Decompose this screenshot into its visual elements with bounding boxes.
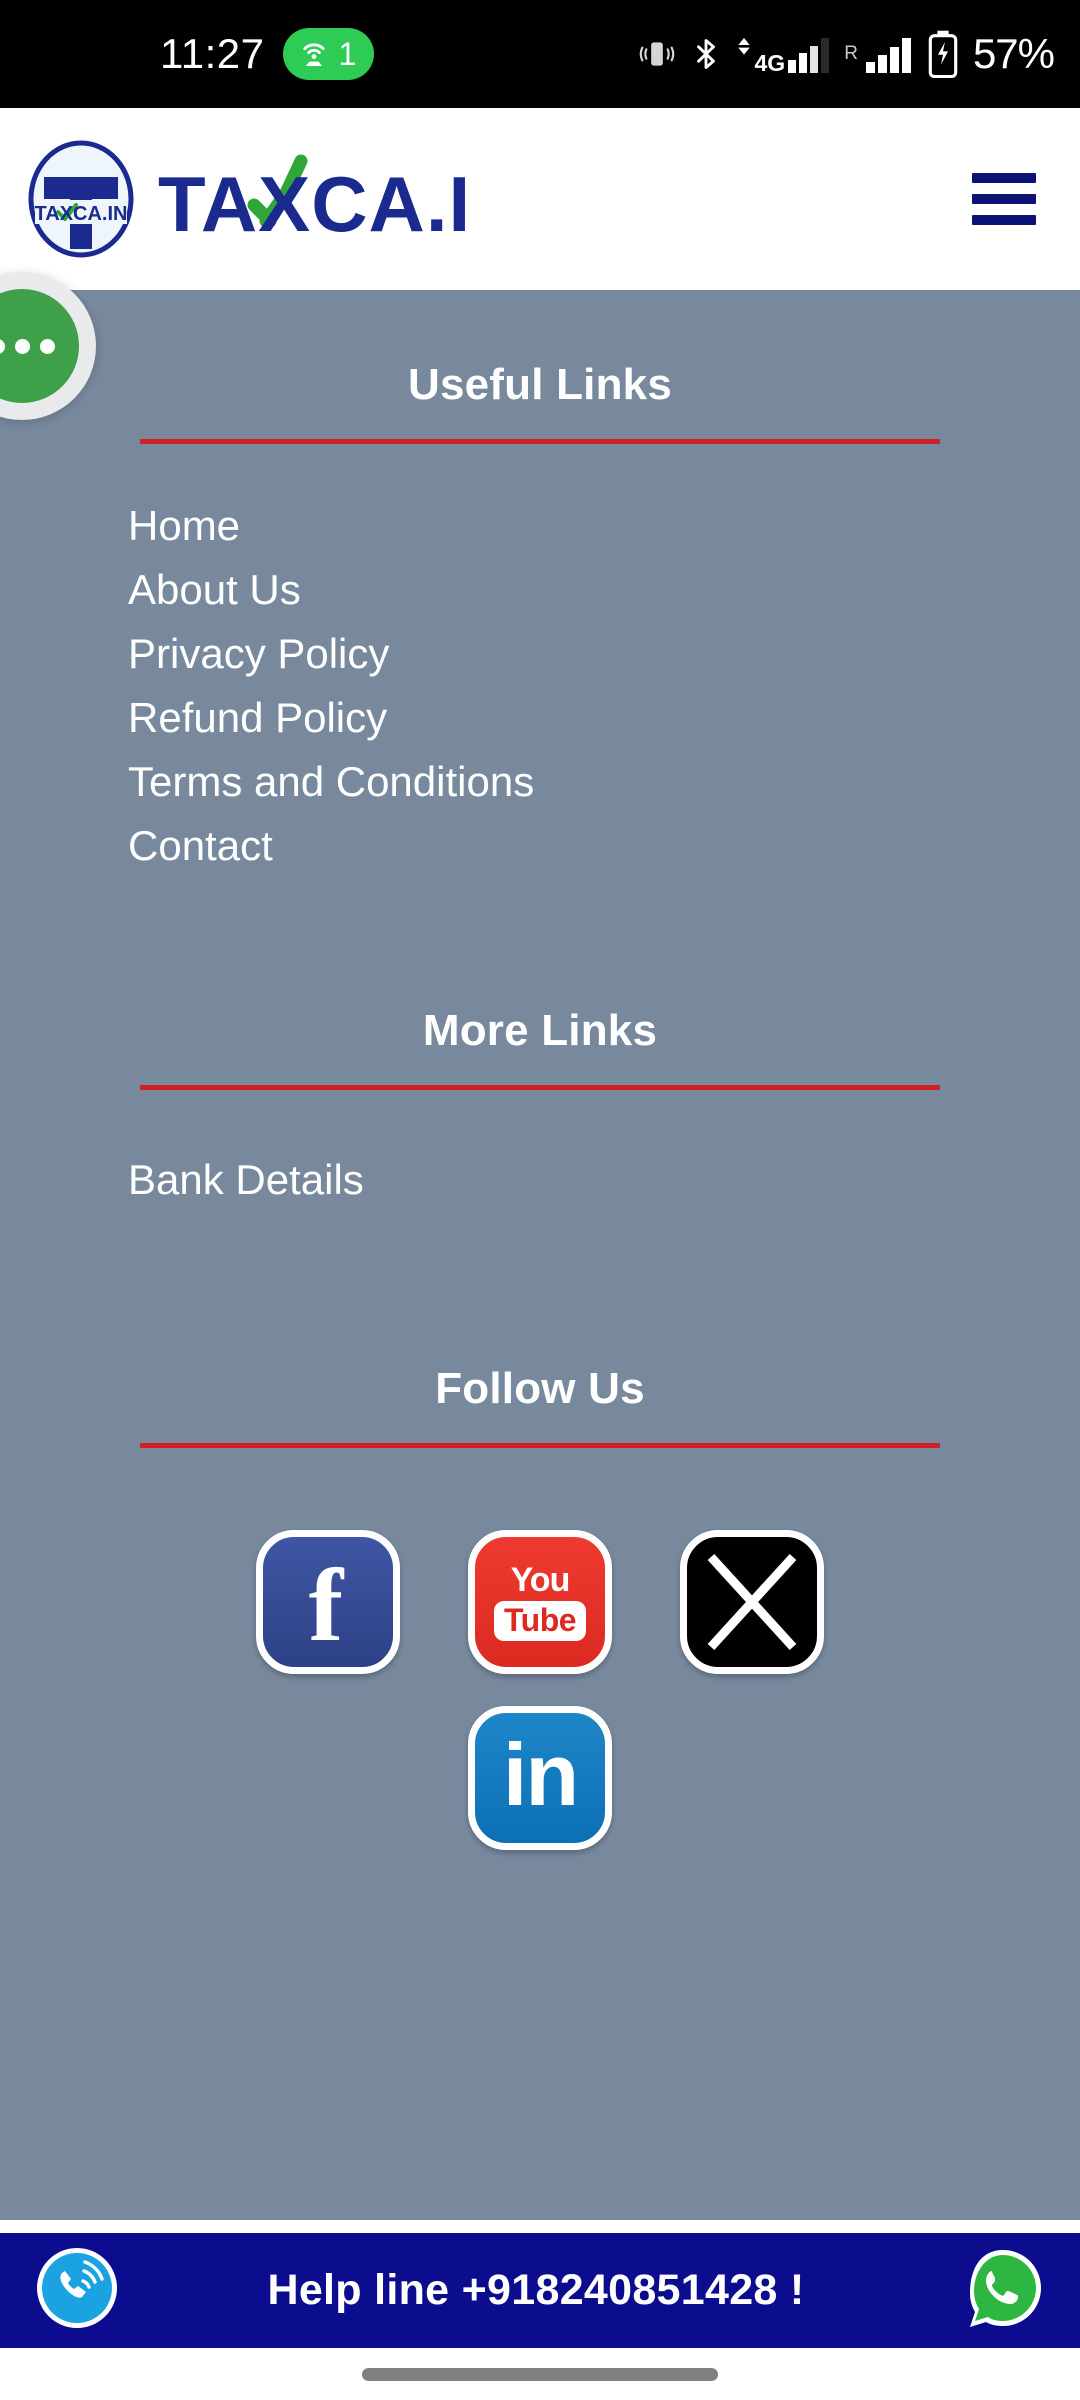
network-type-label: 4G	[754, 50, 786, 76]
social-row-primary: f You Tube	[0, 1530, 1080, 1674]
social-row-secondary: in	[0, 1706, 1080, 1850]
mobile-data-4g-icon: 4G	[735, 33, 834, 75]
useful-links-list: Home About Us Privacy Policy Refund Poli…	[0, 494, 1080, 878]
helpline-bar: Help line +918240851428 !	[0, 2233, 1080, 2348]
facebook-icon[interactable]: f	[256, 1530, 400, 1674]
signal-strength-icon	[865, 33, 915, 75]
facebook-glyph: f	[308, 1548, 344, 1663]
x-twitter-icon[interactable]	[680, 1530, 824, 1674]
section-more-links: More Links Bank Details	[0, 878, 1080, 1212]
list-item[interactable]: About Us	[128, 558, 1080, 622]
section-title: More Links	[422, 1006, 658, 1055]
svg-text:TAXCA.IN: TAXCA.IN	[35, 203, 128, 225]
bluetooth-icon	[688, 34, 724, 74]
hotspot-count: 1	[338, 35, 357, 72]
battery-charging-icon	[926, 30, 960, 78]
list-item[interactable]: Refund Policy	[128, 686, 1080, 750]
section-divider	[140, 1085, 940, 1090]
fab-inner-circle	[0, 289, 79, 403]
section-title: Useful Links	[407, 360, 672, 409]
roaming-label: R	[844, 43, 858, 64]
home-gesture-pill[interactable]	[362, 2367, 718, 2381]
list-item[interactable]: Home	[128, 494, 1080, 558]
system-gesture-bar	[0, 2348, 1080, 2400]
fab-dot-1	[0, 338, 5, 354]
footer-content: Useful Links Home About Us Privacy Polic…	[0, 290, 1080, 2220]
list-item[interactable]: Terms and Conditions	[128, 750, 1080, 814]
fab-dot-2	[14, 338, 30, 354]
status-clock: 11:27	[160, 30, 265, 77]
vibrate-icon	[637, 34, 677, 74]
footer-gap	[0, 2220, 1080, 2233]
hamburger-bar-1	[972, 173, 1036, 183]
fab-dot-3	[39, 338, 55, 354]
section-divider	[140, 1443, 940, 1448]
youtube-bottom-text: Tube	[493, 1601, 587, 1641]
whatsapp-icon[interactable]	[960, 2245, 1046, 2336]
linkedin-glyph: in	[502, 1725, 579, 1824]
list-item[interactable]: Contact	[128, 814, 1080, 878]
helpline-text: Help line +918240851428 !	[267, 2266, 805, 2314]
phone-screen: 11:27 1 4G R 57% TAXCA.IN TAXCA.I Useful…	[0, 0, 1080, 2400]
app-header: TAXCA.IN TAXCA.IN	[0, 108, 1080, 290]
hamburger-bar-3	[972, 215, 1036, 225]
hotspot-badge: 1	[282, 28, 375, 80]
section-follow-us: Follow Us f You Tube in	[0, 1212, 1080, 1850]
wifi-hotspot-icon	[297, 37, 331, 71]
youtube-icon[interactable]: You Tube	[468, 1530, 612, 1674]
section-divider	[140, 439, 940, 444]
status-bar: 11:27 1 4G R 57%	[0, 0, 1080, 108]
status-bar-left: 11:27 1	[160, 28, 375, 80]
taxcain-wordmark[interactable]: TAXCA.IN	[158, 144, 468, 254]
status-bar-right: 4G R 57%	[637, 30, 1055, 78]
hamburger-menu-icon[interactable]	[972, 173, 1036, 225]
section-useful-links: Useful Links Home About Us Privacy Polic…	[0, 290, 1080, 878]
section-title: Follow Us	[435, 1364, 645, 1413]
phone-ringing-icon[interactable]	[34, 2245, 120, 2336]
x-glyph	[707, 1553, 797, 1651]
youtube-glyph: You Tube	[493, 1561, 587, 1641]
linkedin-icon[interactable]: in	[468, 1706, 612, 1850]
taxcain-logo-mark[interactable]: TAXCA.IN	[22, 140, 140, 258]
list-item[interactable]: Privacy Policy	[128, 622, 1080, 686]
battery-percent: 57%	[972, 30, 1055, 77]
svg-text:TAXCA.IN: TAXCA.IN	[158, 160, 468, 248]
hamburger-bar-2	[972, 194, 1036, 204]
more-links-list: Bank Details	[0, 1148, 1080, 1212]
youtube-top-text: You	[510, 1561, 571, 1600]
list-item[interactable]: Bank Details	[128, 1148, 1080, 1212]
